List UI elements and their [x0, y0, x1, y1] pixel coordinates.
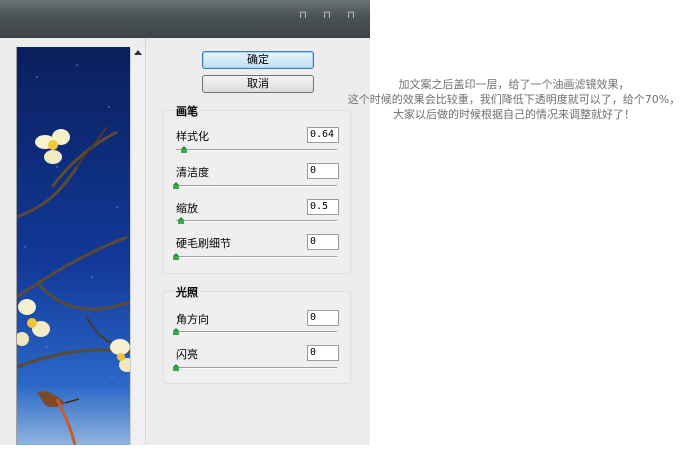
- stylization-slider-track[interactable]: [176, 149, 337, 151]
- shine-slider-thumb-icon[interactable]: [173, 364, 179, 371]
- stylization-label: 样式化: [176, 130, 209, 143]
- stylization-slider-thumb-icon[interactable]: [181, 146, 187, 153]
- cleanliness-slider-thumb-icon[interactable]: [173, 182, 179, 189]
- bristle-detail-label: 硬毛刷细节: [176, 237, 231, 250]
- bristle-detail-input[interactable]: 0: [307, 234, 339, 250]
- shine-input[interactable]: 0: [307, 345, 339, 361]
- angular-direction-label: 角方向: [176, 313, 209, 326]
- shine-slider-track[interactable]: [176, 367, 337, 369]
- brush-group-title: 画笔: [174, 103, 200, 119]
- cleanliness-input[interactable]: 0: [307, 163, 339, 179]
- angular-direction-input[interactable]: 0: [307, 310, 339, 326]
- scale-label: 缩放: [176, 202, 198, 215]
- preview-image: [17, 47, 130, 445]
- lighting-group-title: 光照: [174, 284, 200, 300]
- tutorial-note-line: 大家以后做的时候根据自己的情况来调整就好了！: [393, 108, 635, 121]
- scale-input[interactable]: 0.5: [307, 199, 339, 215]
- minimize-icon[interactable]: ⊓: [298, 11, 308, 21]
- shine-label: 闪亮: [176, 348, 198, 361]
- maximize-icon[interactable]: ⊓: [322, 11, 332, 21]
- angular-direction-slider-thumb-icon[interactable]: [173, 328, 179, 335]
- angular-direction-slider-track[interactable]: [176, 331, 337, 333]
- tutorial-note: 加文案之后盖印一层，给了一个油画滤镜效果， 这个时候的效果会比较重，我们降低下透…: [330, 77, 698, 122]
- cleanliness-slider-track[interactable]: [176, 185, 337, 187]
- scale-slider-thumb-icon[interactable]: [178, 217, 184, 224]
- oil-paint-filter-dialog: ⊓ ⊓ ⊓ 确定 取消 画笔 样式化 0.64 清洁度 0 缩放 0.5 硬毛刷…: [0, 0, 370, 445]
- cancel-button[interactable]: 取消: [202, 75, 314, 93]
- dialog-titlebar: ⊓ ⊓ ⊓: [0, 0, 370, 38]
- bristle-detail-slider-track[interactable]: [176, 256, 337, 258]
- tutorial-note-line: 这个时候的效果会比较重，我们降低下透明度就可以了，给个70%，: [347, 93, 681, 106]
- bristle-detail-slider-thumb-icon[interactable]: [173, 253, 179, 260]
- ok-button[interactable]: 确定: [202, 51, 314, 69]
- cleanliness-label: 清洁度: [176, 166, 209, 179]
- panel-divider: [145, 38, 146, 445]
- tutorial-note-line: 加文案之后盖印一层，给了一个油画滤镜效果，: [398, 78, 630, 91]
- scroll-up-arrow-icon[interactable]: [134, 50, 142, 55]
- scale-slider-track[interactable]: [176, 220, 337, 222]
- painting-preview-image: [17, 47, 130, 445]
- lighting-group: 光照: [163, 284, 351, 384]
- stylization-input[interactable]: 0.64: [307, 127, 339, 143]
- close-icon[interactable]: ⊓: [346, 11, 356, 21]
- preview-area: [16, 47, 147, 445]
